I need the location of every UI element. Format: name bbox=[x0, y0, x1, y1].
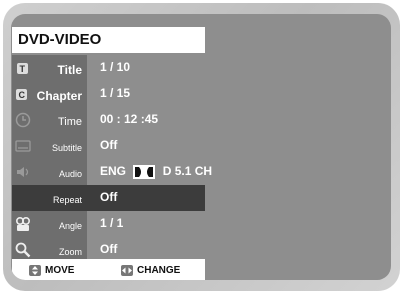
subtitle-value: Off bbox=[100, 138, 118, 152]
menu-row-repeat[interactable]: Repeat Off bbox=[12, 185, 205, 211]
title-value: 1 / 10 bbox=[100, 60, 131, 74]
angle-value: 1 / 1 bbox=[100, 216, 124, 230]
repeat-label: Repeat bbox=[12, 185, 87, 211]
help-bar: MOVE CHANGE bbox=[12, 259, 205, 280]
title-label: Title bbox=[57, 63, 82, 77]
repeat-value: Off bbox=[100, 190, 118, 204]
chapter-value: 1 / 15 bbox=[100, 86, 131, 100]
angle-label: Angle bbox=[58, 221, 82, 231]
subtitle-label: Subtitle bbox=[51, 143, 82, 153]
menu-row-angle[interactable]: Angle 1 / 1 bbox=[12, 211, 205, 237]
move-label: MOVE bbox=[45, 265, 75, 276]
time-value: 00 : 12 :45 bbox=[100, 112, 159, 126]
audio-value: ENG D 5.1 CH bbox=[100, 159, 212, 183]
time-label: Time bbox=[57, 116, 82, 128]
menu-row-time[interactable]: Time 00 : 12 :45 bbox=[12, 107, 205, 133]
audio-language: ENG bbox=[100, 164, 127, 178]
audio-label: Audio bbox=[58, 169, 82, 179]
move-hint: MOVE bbox=[29, 264, 74, 277]
menu-title: DVD-VIDEO bbox=[12, 27, 205, 53]
change-label: CHANGE bbox=[137, 265, 181, 276]
audio-format: D 5.1 CH bbox=[162, 164, 213, 178]
menu-row-chapter[interactable]: C Chapter 1 / 15 bbox=[12, 81, 205, 107]
dolby-icon bbox=[133, 164, 156, 179]
chapter-label: Chapter bbox=[36, 89, 82, 103]
menu-row-audio[interactable]: Audio ENG D 5.1 CH bbox=[12, 159, 212, 185]
left-right-arrows-icon bbox=[121, 264, 133, 276]
menu-row-title[interactable]: T Title 1 / 10 bbox=[12, 55, 205, 81]
menu-row-subtitle[interactable]: Subtitle Off bbox=[12, 133, 205, 159]
change-hint: CHANGE bbox=[121, 264, 180, 277]
osd-screen: DVD-VIDEO T Title 1 / 10 C Chapter 1 / 1… bbox=[11, 14, 391, 280]
zoom-value: Off bbox=[100, 242, 118, 256]
up-down-arrows-icon bbox=[29, 264, 41, 276]
